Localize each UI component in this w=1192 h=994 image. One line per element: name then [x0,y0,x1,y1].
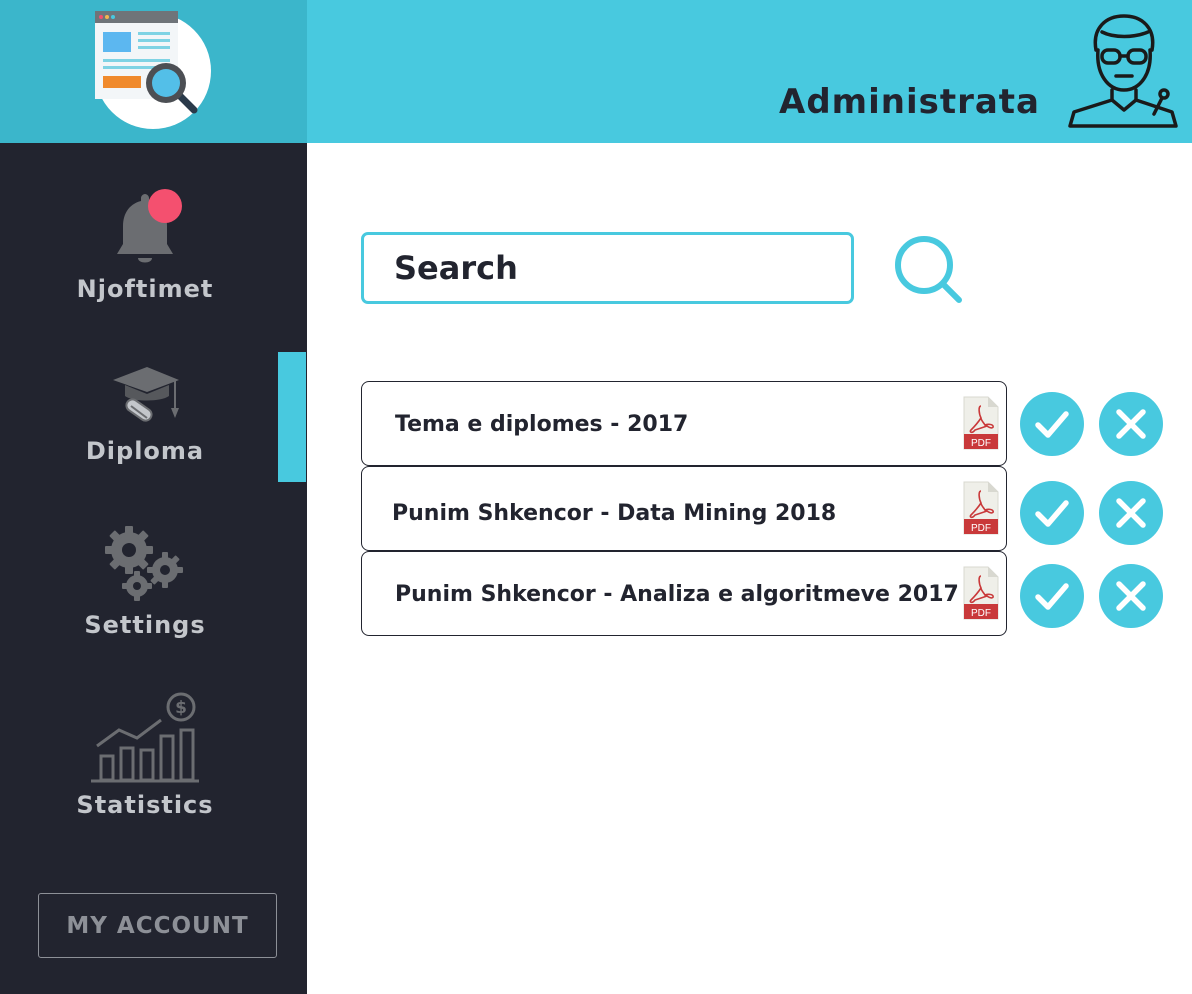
graduation-cap-icon [113,367,179,422]
document-row[interactable]: Punim Shkencor - Analiza e algoritmeve 2… [361,551,1007,636]
close-icon [1116,409,1146,439]
avatar[interactable] [1066,10,1184,130]
logo-area [0,0,307,143]
document-row[interactable]: Punim Shkencor - Data Mining 2018 PDF [361,466,1007,551]
pdf-file-icon[interactable]: PDF [963,396,999,450]
svg-text:PDF: PDF [971,608,991,619]
header: Administrata [307,0,1192,143]
my-account-button[interactable]: MY ACCOUNT [38,893,277,958]
sidebar-item-label: Settings [84,611,206,639]
search-icon [895,236,962,303]
sidebar-item-label: Njoftimet [76,275,214,303]
notification-dot [148,189,182,223]
gears-icon [105,526,183,601]
search-input[interactable] [361,232,854,304]
statistics-chart-icon: $ [91,692,199,783]
check-icon [1035,500,1069,527]
app-logo-icon [95,11,211,129]
reject-button[interactable] [1099,564,1163,628]
sidebar: Njoftimet Diploma Settings $ Statistics … [0,0,307,994]
approve-button[interactable] [1020,564,1084,628]
reject-button[interactable] [1099,481,1163,545]
sidebar-item-settings[interactable]: Settings [0,522,290,639]
approve-button[interactable] [1020,481,1084,545]
check-icon [1035,411,1069,438]
document-title: Punim Shkencor - Analiza e algoritmeve 2… [395,582,959,607]
page-title: Administrata [779,82,1040,122]
document-title: Punim Shkencor - Data Mining 2018 [392,501,837,526]
pdf-file-icon[interactable]: PDF [963,566,999,620]
close-icon [1116,581,1146,611]
close-icon [1116,498,1146,528]
check-icon [1035,583,1069,610]
sidebar-item-label: Diploma [85,437,205,465]
approve-button[interactable] [1020,392,1084,456]
svg-text:PDF: PDF [971,523,991,534]
reject-button[interactable] [1099,392,1163,456]
sidebar-item-diploma[interactable]: Diploma [0,362,290,465]
sidebar-item-statistics[interactable]: $ Statistics [0,690,290,819]
document-row[interactable]: Tema e diplomes - 2017 PDF [361,381,1007,466]
svg-text:$: $ [175,698,187,718]
pdf-file-icon[interactable]: PDF [963,481,999,535]
bell-icon [117,189,182,263]
svg-text:PDF: PDF [971,438,991,449]
search-button[interactable] [893,234,967,308]
document-title: Tema e diplomes - 2017 [395,412,689,437]
sidebar-item-njoftimet[interactable]: Njoftimet [0,188,290,303]
sidebar-item-label: Statistics [76,791,214,819]
